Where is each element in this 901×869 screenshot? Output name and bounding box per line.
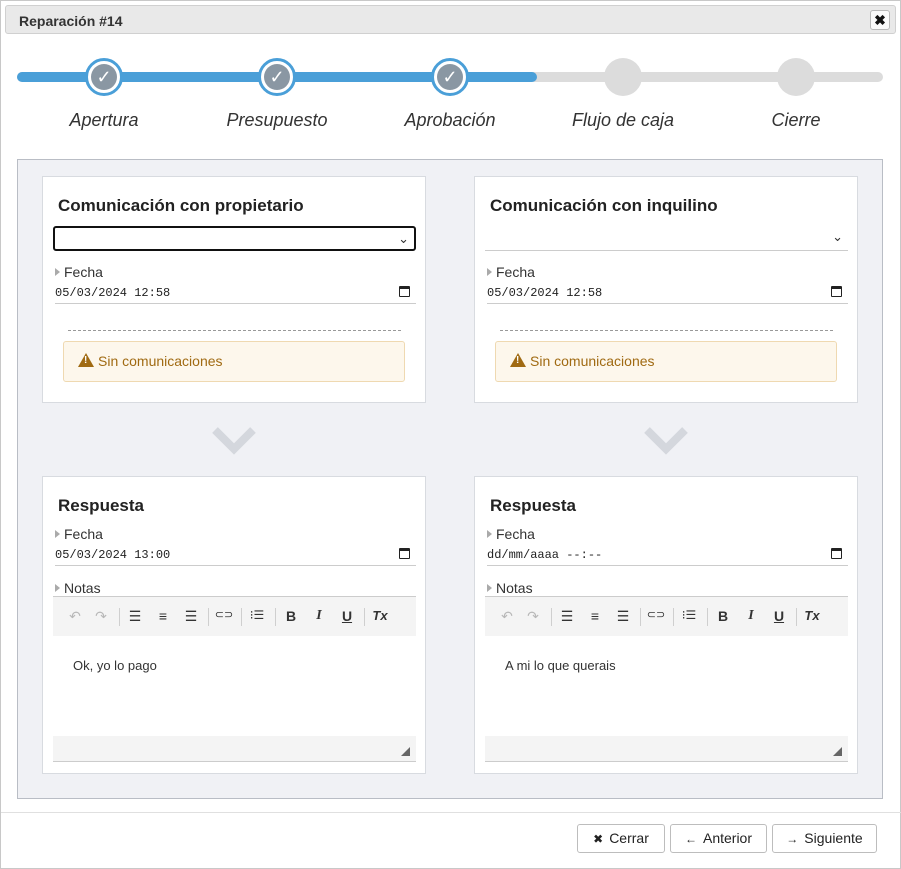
italic-icon[interactable]: I [309,608,329,624]
close-icon[interactable]: ✖ [870,10,890,30]
step-check-icon: ✓ [258,58,296,96]
owner-communication-card: Comunicación con propietario ⌄ Fecha 05/… [42,176,426,403]
tenant-card-title: Comunicación con inquilino [490,196,718,215]
owner-response-card: Respuesta Fecha 05/03/2024 13:00 Notas ↶… [42,476,426,774]
owner-notes-editor[interactable]: Ok, yo lo pago [53,636,416,736]
owner-card-title: Comunicación con propietario [58,196,304,215]
align-right-icon[interactable]: ☰ [181,608,201,625]
step-label: Cierre [771,110,821,130]
step-presupuesto[interactable]: ✓ Presupuesto [192,41,362,131]
step-label: Flujo de caja [571,110,675,130]
arrow-left-icon: ← [684,832,697,846]
step-pending-circle [777,58,815,96]
tenant-response-fecha-input[interactable]: dd/mm/aaaa --:-- [487,544,848,566]
chevron-down-icon [644,427,688,455]
step-check-icon: ✓ [431,58,469,96]
step-cierre[interactable]: Cierre [711,41,881,131]
chevron-down-icon: ⌄ [832,229,843,244]
step-label: Apertura [69,110,139,130]
tenant-no-communications-alert: Sin comunicaciones [495,341,837,382]
calendar-icon[interactable] [399,548,410,559]
warning-icon [510,353,526,367]
bold-icon[interactable]: B [713,608,733,624]
owner-fecha-label: Fecha [55,264,103,280]
resize-handle-icon[interactable] [401,747,410,756]
tenant-communication-card: Comunicación con inquilino ⌄ Fecha 05/03… [474,176,858,403]
owner-editor-statusbar [53,736,416,762]
tenant-editor-statusbar [485,736,848,762]
bold-icon[interactable]: B [281,608,301,624]
dialog-title: Reparación #14 [19,13,123,29]
dialog-titlebar: Reparación #14 ✖ [5,5,896,34]
bullet-list-icon[interactable]: ⁝☰ [679,608,699,622]
undo-icon[interactable]: ↶ [65,608,85,625]
owner-editor-toolbar: ↶ ↷ ☰ ≡ ☰ ⊂⊃ ⁝☰ B I U Tx [53,596,416,636]
progress-stepper: ✓ Apertura ✓ Presupuesto ✓ Aprobación Fl… [1,41,901,141]
calendar-icon[interactable] [399,286,410,297]
tenant-fecha-input[interactable]: 05/03/2024 12:58 [487,282,848,304]
underline-icon[interactable]: U [337,608,357,624]
owner-response-title: Respuesta [58,496,144,515]
warning-icon [78,353,94,367]
chevron-down-icon [212,427,256,455]
divider [68,330,401,331]
previous-button[interactable]: ← Anterior [670,824,767,853]
align-center-icon[interactable]: ≡ [585,608,605,624]
step-apertura[interactable]: ✓ Apertura [19,41,189,131]
tenant-response-fecha-label: Fecha [487,526,535,542]
align-left-icon[interactable]: ☰ [125,608,145,625]
step-label: Presupuesto [226,110,328,130]
tenant-communication-select[interactable]: ⌄ [485,226,848,251]
owner-fecha-input[interactable]: 05/03/2024 12:58 [55,282,416,304]
tenant-editor-toolbar: ↶ ↷ ☰ ≡ ☰ ⊂⊃ ⁝☰ B I U Tx [485,596,848,636]
tenant-notes-editor[interactable]: A mi lo que querais [485,636,848,736]
owner-notas-label: Notas [55,580,101,596]
close-button[interactable]: ✖ Cerrar [577,824,665,853]
owner-communication-select[interactable]: ⌄ [53,226,416,251]
align-right-icon[interactable]: ☰ [613,608,633,625]
align-left-icon[interactable]: ☰ [557,608,577,625]
redo-icon[interactable]: ↷ [523,608,543,625]
calendar-icon[interactable] [831,548,842,559]
underline-icon[interactable]: U [769,608,789,624]
repair-dialog: Reparación #14 ✖ ✓ Apertura ✓ Presupuest… [0,0,901,869]
tenant-response-title: Respuesta [490,496,576,515]
link-icon[interactable]: ⊂⊃ [214,608,234,621]
resize-handle-icon[interactable] [833,747,842,756]
link-icon[interactable]: ⊂⊃ [646,608,666,621]
footer-divider [1,812,901,813]
next-button[interactable]: → Siguiente [772,824,877,853]
step-aprobacion[interactable]: ✓ Aprobación [365,41,535,131]
clear-format-icon[interactable]: Tx [802,608,822,623]
owner-response-fecha-label: Fecha [55,526,103,542]
owner-response-fecha-input[interactable]: 05/03/2024 13:00 [55,544,416,566]
align-center-icon[interactable]: ≡ [153,608,173,624]
communication-panel: Comunicación con propietario ⌄ Fecha 05/… [17,159,883,799]
close-icon: ✖ [593,832,604,846]
step-flujo-de-caja[interactable]: Flujo de caja [538,41,708,131]
italic-icon[interactable]: I [741,608,761,624]
bullet-list-icon[interactable]: ⁝☰ [247,608,267,622]
calendar-icon[interactable] [831,286,842,297]
owner-no-communications-alert: Sin comunicaciones [63,341,405,382]
tenant-notas-label: Notas [487,580,533,596]
tenant-fecha-label: Fecha [487,264,535,280]
step-check-icon: ✓ [85,58,123,96]
step-label: Aprobación [404,110,496,130]
step-pending-circle [604,58,642,96]
chevron-down-icon: ⌄ [398,231,409,246]
tenant-response-card: Respuesta Fecha dd/mm/aaaa --:-- Notas ↶… [474,476,858,774]
undo-icon[interactable]: ↶ [497,608,517,625]
clear-format-icon[interactable]: Tx [370,608,390,623]
arrow-right-icon: → [786,832,799,846]
redo-icon[interactable]: ↷ [91,608,111,625]
divider [500,330,833,331]
